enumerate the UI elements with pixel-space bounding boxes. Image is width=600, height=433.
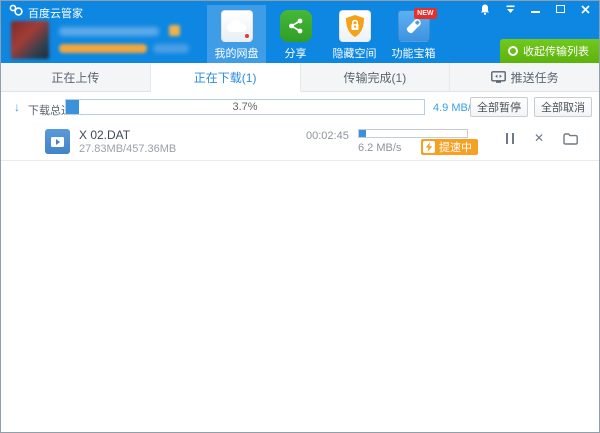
nav-item-share[interactable]: 分享 bbox=[266, 5, 325, 63]
app-logo-icon bbox=[9, 4, 23, 16]
tab-push-tasks[interactable]: 推送任务 bbox=[450, 63, 599, 92]
file-name: X 02.DAT bbox=[79, 128, 131, 142]
time-remaining: 00:02:45 bbox=[306, 130, 349, 142]
cancel-all-button[interactable]: 全部取消 bbox=[534, 97, 592, 117]
main-nav: 我的网盘 分享 隐藏空间 NEW 功能宝箱 bbox=[207, 5, 443, 63]
avatar[interactable] bbox=[11, 21, 49, 59]
notification-bell-icon[interactable] bbox=[479, 3, 491, 15]
tab-downloading[interactable]: 正在下载(1) bbox=[150, 63, 301, 92]
storage-text-blurred bbox=[153, 44, 189, 53]
window-controls bbox=[479, 3, 591, 15]
cancel-task-button[interactable]: ✕ bbox=[534, 131, 544, 145]
nav-label: 我的网盘 bbox=[214, 48, 259, 60]
file-size-progress: 27.83MB/457.36MB bbox=[79, 143, 177, 155]
storage-bar-blurred bbox=[59, 44, 147, 53]
tab-completed[interactable]: 传输完成(1) bbox=[300, 63, 451, 92]
vip-badge-blurred bbox=[169, 25, 180, 36]
username-blurred bbox=[59, 27, 159, 36]
boost-label: 提速中 bbox=[439, 142, 472, 154]
empty-list-area bbox=[1, 162, 599, 432]
nav-item-hidden-space[interactable]: 隐藏空间 bbox=[325, 5, 384, 63]
main-menu-icon[interactable] bbox=[504, 3, 516, 15]
collapse-transfer-list-button[interactable]: 收起传输列表 bbox=[500, 39, 599, 63]
tab-uploading[interactable]: 正在上传 bbox=[1, 63, 151, 92]
wrench-icon: NEW bbox=[397, 8, 437, 42]
minimize-button[interactable] bbox=[529, 3, 541, 15]
task-speed: 6.2 MB/s bbox=[358, 142, 402, 154]
task-progress-fill bbox=[359, 130, 366, 137]
overall-progress-percent: 3.7% bbox=[232, 101, 258, 113]
download-task-row[interactable]: X 02.DAT 27.83MB/457.36MB 00:02:45 6.2 M… bbox=[1, 122, 599, 161]
collapse-circle-icon bbox=[508, 46, 518, 56]
cloud-icon bbox=[220, 10, 253, 42]
lock-shield-icon bbox=[338, 10, 371, 42]
app-window: 百度云管家 我的网盘 分享 隐藏空间 NEW 功能宝箱 收起传输列表 正在上传 … bbox=[0, 0, 600, 433]
new-badge: NEW bbox=[414, 8, 437, 19]
transfer-tabbar: 正在上传 正在下载(1) 传输完成(1) 推送任务 bbox=[1, 63, 599, 92]
app-title: 百度云管家 bbox=[28, 8, 83, 20]
lightning-icon bbox=[423, 141, 435, 153]
notification-dot bbox=[244, 34, 249, 38]
task-progress-bar bbox=[358, 129, 468, 138]
video-file-icon bbox=[45, 129, 70, 154]
nav-label: 隐藏空间 bbox=[332, 48, 377, 60]
tab-label: 传输完成(1) bbox=[343, 70, 407, 85]
nav-item-my-cloud[interactable]: 我的网盘 bbox=[207, 5, 266, 63]
tab-label: 正在上传 bbox=[51, 70, 100, 85]
tab-label: 推送任务 bbox=[510, 70, 559, 85]
share-icon bbox=[279, 10, 312, 42]
collapse-label: 收起传输列表 bbox=[523, 46, 589, 58]
overall-progress-row: ↓ 下载总进度 3.7% 4.9 MB/s 全部暂停 全部取消 bbox=[1, 92, 599, 122]
maximize-button[interactable] bbox=[554, 3, 566, 15]
header: 百度云管家 我的网盘 分享 隐藏空间 NEW 功能宝箱 收起传输列表 bbox=[1, 1, 599, 63]
close-button[interactable] bbox=[579, 3, 591, 15]
open-folder-button[interactable] bbox=[563, 132, 578, 150]
overall-progress-bar: 3.7% bbox=[65, 99, 425, 115]
speed-boost-badge[interactable]: 提速中 bbox=[421, 139, 478, 155]
tab-label: 正在下载(1) bbox=[193, 70, 257, 85]
nav-label: 功能宝箱 bbox=[391, 48, 436, 60]
download-arrow-icon: ↓ bbox=[14, 100, 20, 114]
push-monitor-icon bbox=[490, 71, 506, 83]
nav-label: 分享 bbox=[284, 48, 307, 60]
nav-item-toolbox[interactable]: NEW 功能宝箱 bbox=[384, 5, 443, 63]
pause-task-button[interactable] bbox=[506, 133, 514, 144]
pause-all-button[interactable]: 全部暂停 bbox=[470, 97, 528, 117]
